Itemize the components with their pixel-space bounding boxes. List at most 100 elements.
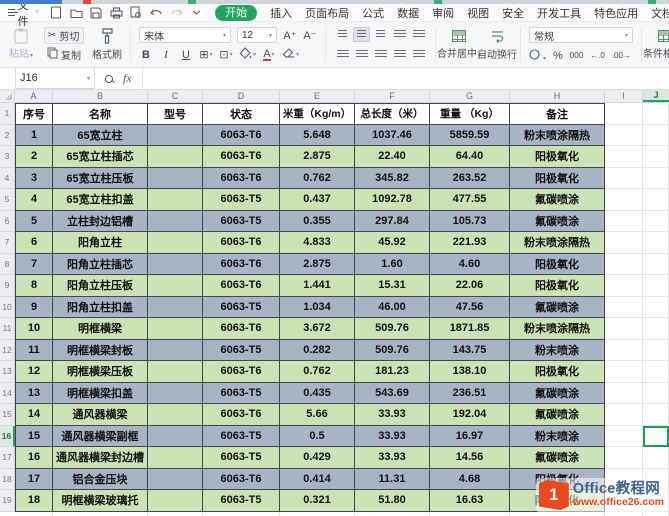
cell-status[interactable]: 6063-T5	[203, 382, 280, 404]
open-folder-icon[interactable]	[69, 6, 83, 20]
cell-name[interactable]: 通风器横梁封边槽	[53, 447, 148, 469]
cell-remark[interactable]: 氟碳喷涂	[510, 404, 605, 426]
empty-cell[interactable]	[605, 296, 643, 318]
cell-status[interactable]: 6063-T5	[203, 447, 280, 469]
name-box[interactable]: J16 ▾	[15, 68, 95, 89]
cell-weight[interactable]: 16.63	[430, 490, 510, 512]
cell-unit-weight[interactable]: 1.441	[280, 275, 355, 297]
column-header-i[interactable]: I	[605, 90, 643, 102]
empty-cell[interactable]	[643, 124, 669, 146]
cell-weight[interactable]: 4.68	[430, 468, 510, 490]
empty-cell[interactable]	[605, 232, 643, 254]
cell-name[interactable]: 65宽立柱压板	[53, 167, 148, 189]
empty-cell[interactable]	[643, 318, 669, 340]
cell-total-length[interactable]: 22.40	[355, 146, 430, 168]
column-header-a[interactable]: A	[15, 90, 53, 102]
paste-button[interactable]: 粘贴▾	[6, 25, 36, 64]
cell-unit-weight[interactable]: 3.672	[280, 318, 355, 340]
empty-cell[interactable]	[605, 167, 643, 189]
cell-name[interactable]: 通风器横梁副框	[53, 425, 148, 447]
row-header[interactable]: 8	[0, 253, 15, 275]
cell-status[interactable]: 6063-T5	[203, 296, 280, 318]
empty-cell[interactable]	[643, 167, 669, 189]
cell-no[interactable]: 2	[15, 146, 53, 168]
cell-unit-weight[interactable]: 0.282	[280, 339, 355, 361]
cell-model[interactable]	[148, 404, 203, 426]
increase-decimal-button[interactable]: ←.0	[590, 51, 605, 60]
distribute-button[interactable]	[410, 47, 427, 62]
column-header-g[interactable]: G	[430, 90, 510, 102]
cell-weight[interactable]: 1871.85	[430, 318, 510, 340]
cell-status[interactable]: 6063-T6	[203, 318, 280, 340]
cell-weight[interactable]: 5859.59	[430, 124, 510, 146]
cell-name[interactable]: 阳角立柱插芯	[53, 253, 148, 275]
italic-button[interactable]: I	[159, 47, 173, 62]
cell-no[interactable]: 7	[15, 253, 53, 275]
align-center-button[interactable]	[353, 47, 370, 62]
cell-unit-weight[interactable]: 2.875	[280, 146, 355, 168]
empty-cell[interactable]	[605, 318, 643, 340]
cell-no[interactable]: 13	[15, 382, 53, 404]
justify-button[interactable]	[391, 47, 408, 62]
cell-weight[interactable]: 477.55	[430, 189, 510, 211]
cell-name[interactable]: 明框横梁	[53, 318, 148, 340]
cell-total-length[interactable]: 345.82	[355, 167, 430, 189]
cell-model[interactable]	[148, 339, 203, 361]
cell-total-length[interactable]: 181.23	[355, 361, 430, 383]
cell-model[interactable]	[148, 253, 203, 275]
cell-unit-weight[interactable]: 0.5	[280, 425, 355, 447]
save-icon[interactable]	[89, 6, 103, 20]
align-left-button[interactable]	[334, 47, 351, 62]
empty-cell[interactable]	[643, 339, 669, 361]
cell-model[interactable]	[148, 275, 203, 297]
document-tab-icon[interactable]	[648, 0, 656, 4]
column-header-c[interactable]: C	[148, 90, 203, 102]
cell-no[interactable]: 3	[15, 167, 53, 189]
cell-remark[interactable]: 阳极氧化	[510, 275, 605, 297]
header-cell-name[interactable]: 名称	[53, 103, 148, 125]
cell-model[interactable]	[148, 447, 203, 469]
cell-model[interactable]	[148, 167, 203, 189]
new-file-icon[interactable]	[49, 6, 63, 20]
cell-status[interactable]: 6063-T6	[203, 468, 280, 490]
align-top-button[interactable]	[334, 27, 351, 42]
empty-cell[interactable]	[605, 189, 643, 211]
cell-status[interactable]: 6063-T6	[203, 232, 280, 254]
formula-input[interactable]	[142, 68, 669, 89]
tab-data[interactable]: 数据	[397, 5, 419, 21]
empty-cell[interactable]	[605, 124, 643, 146]
row-header[interactable]: 19	[0, 490, 15, 512]
cell-weight[interactable]: 64.40	[430, 146, 510, 168]
font-color-button[interactable]: A ▾	[262, 47, 276, 62]
cell-unit-weight[interactable]: 0.437	[280, 189, 355, 211]
cell-no[interactable]: 10	[15, 318, 53, 340]
header-cell-total-length[interactable]: 总长度（米）	[355, 103, 430, 125]
cell-unit-weight[interactable]: 1.034	[280, 296, 355, 318]
cell-no[interactable]: 14	[15, 404, 53, 426]
decrease-decimal-button[interactable]: .00→	[612, 51, 631, 60]
cell-total-length[interactable]: 46.00	[355, 296, 430, 318]
row-header[interactable]: 3	[0, 146, 15, 168]
column-header-j-selected[interactable]: J	[643, 90, 669, 102]
empty-cell[interactable]	[643, 210, 669, 232]
cell-remark[interactable]: 阳极氧化	[510, 361, 605, 383]
empty-cell[interactable]	[643, 425, 669, 447]
align-right-button[interactable]	[372, 47, 389, 62]
cell-no[interactable]: 1	[15, 124, 53, 146]
cell-unit-weight[interactable]: 2.875	[280, 253, 355, 275]
cell-name[interactable]: 65宽立柱插芯	[53, 146, 148, 168]
cell-name[interactable]: 65宽立柱	[53, 124, 148, 146]
empty-cell[interactable]	[605, 382, 643, 404]
cell-name[interactable]: 明框横梁封板	[53, 339, 148, 361]
empty-cell[interactable]	[605, 339, 643, 361]
insert-function-button[interactable]: fx	[123, 71, 132, 86]
cell-weight[interactable]: 143.75	[430, 339, 510, 361]
empty-cell[interactable]	[643, 361, 669, 383]
cell-no[interactable]: 12	[15, 361, 53, 383]
empty-cell[interactable]	[643, 296, 669, 318]
borders-button[interactable]: ⊞ ▾	[199, 47, 213, 62]
active-document-tab[interactable]	[0, 0, 62, 4]
cell-name[interactable]: 阳角立柱扣盖	[53, 296, 148, 318]
cell-model[interactable]	[148, 232, 203, 254]
cell-unit-weight[interactable]: 4.833	[280, 232, 355, 254]
